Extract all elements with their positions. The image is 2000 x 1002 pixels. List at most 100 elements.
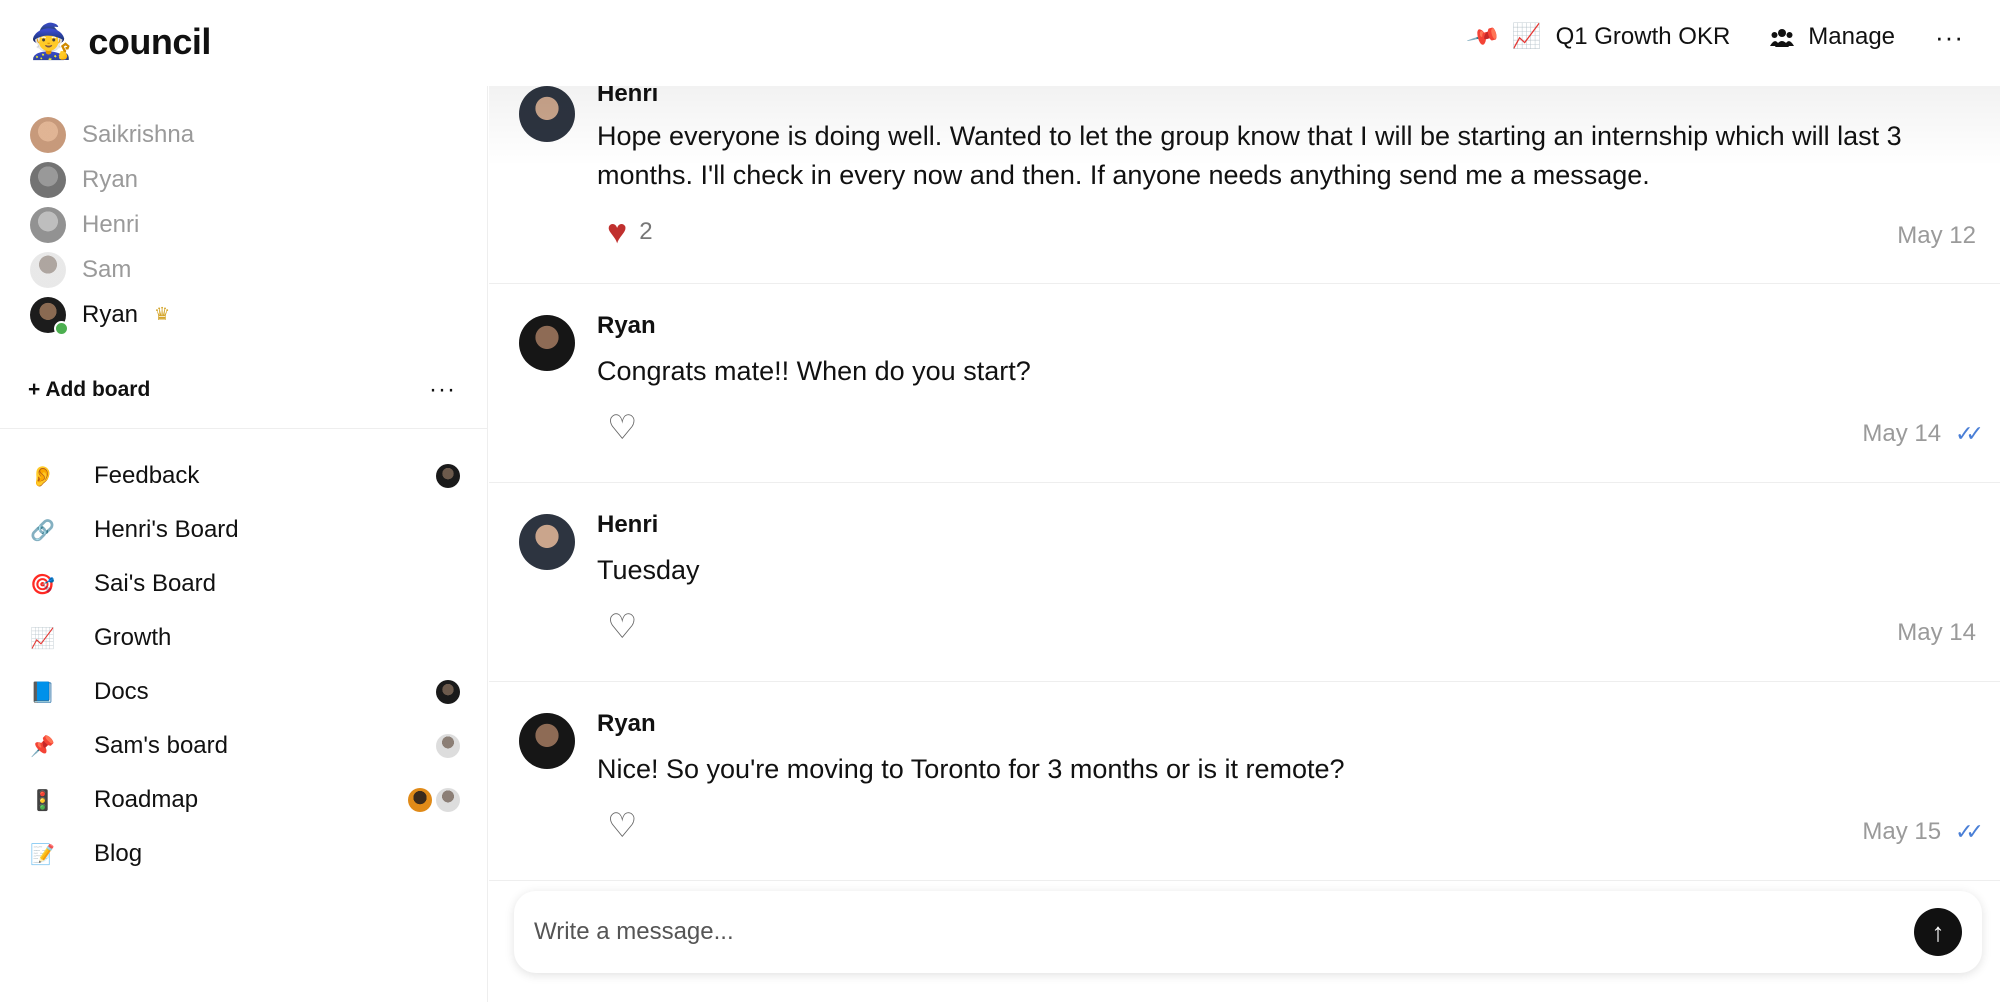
pin-icon[interactable]: 📌 [1466,18,1502,54]
member-name: Saikrishna [82,120,195,148]
board-label: Docs [94,678,149,705]
avatar [30,206,66,243]
member-name: Henri [82,210,140,238]
read-receipt-icon: ✓✓ [1955,421,1984,446]
message-date: May 15 ✓✓ [1862,818,1984,846]
message-date: May 14 [1897,619,1976,647]
like-button[interactable]: ♥ 2 [607,213,653,251]
manage-button[interactable]: Manage [1770,23,1895,51]
crown-icon: ♛ [154,304,171,324]
member-item[interactable]: Sam [30,247,194,292]
member-item-current-user[interactable]: Ryan ♛ [30,292,194,337]
member-name: Ryan [82,300,139,328]
avatar [30,251,66,288]
avatar [436,464,460,488]
target-icon: 🎯 [30,573,55,596]
wizard-logo-icon: 🧙 [30,23,73,61]
message-item: Ryan Nice! So you're moving to Toronto f… [489,682,2000,881]
board-label: Blog [94,840,143,867]
sidebar: Saikrishna Ryan Henri Sam Ryan ♛ + Add b… [0,86,488,1002]
book-icon: 📘 [30,681,55,704]
avatar[interactable] [519,514,575,570]
chart-up-icon: 📈 [30,627,55,650]
member-item[interactable]: Henri [30,202,194,247]
like-button[interactable]: ♡ [607,807,638,845]
people-icon [1770,28,1795,47]
member-item[interactable]: Ryan [30,157,194,202]
member-list: Saikrishna Ryan Henri Sam Ryan ♛ [30,112,194,337]
brand[interactable]: 🧙 council [30,20,211,64]
heart-outline-icon: ♡ [607,807,638,845]
send-button[interactable]: ↑ [1914,908,1962,956]
avatar [436,788,460,812]
sidebar-item-henris-board[interactable]: 🔗 Henri's Board [30,503,460,557]
chart-up-icon: 📈 [1511,23,1542,50]
message-date: May 14 ✓✓ [1862,420,1984,448]
message-author: Ryan [597,710,656,737]
message-text: Hope everyone is doing well. Wanted to l… [597,121,1902,190]
online-status-icon [54,320,69,336]
like-count: 2 [639,218,653,245]
message-list: Henri Hope everyone is doing well. Wante… [489,80,2000,881]
board-list: 👂 Feedback 🔗 Henri's Board 🎯 Sai's Board… [30,449,460,881]
message-text: Tuesday [597,555,700,585]
message-author: Henri [597,511,659,538]
message-timestamp: May 14 [1862,420,1942,447]
sidebar-item-sais-board[interactable]: 🎯 Sai's Board [30,557,460,611]
message-composer: ↑ [514,891,1982,973]
traffic-light-icon: 🚦 [30,789,55,812]
add-board-button[interactable]: + Add board [28,378,150,402]
message-author: Ryan [597,312,656,339]
sidebar-item-blog[interactable]: 📝 Blog [30,827,460,881]
board-label: Sai's Board [94,570,216,597]
sidebar-item-sams-board[interactable]: 📌 Sam's board [30,719,460,773]
board-label: Sam's board [94,732,228,759]
add-board-row: + Add board ··· [28,376,456,404]
board-label: Growth [94,624,172,651]
top-bar: 🧙 council 📌 📈 Q1 Growth OKR Manage ··· [0,0,2000,86]
sidebar-item-docs[interactable]: 📘 Docs [30,665,460,719]
board-label: Henri's Board [94,516,239,543]
message-input[interactable] [534,918,1914,946]
message-text: Congrats mate!! When do you start? [597,356,1031,386]
like-button[interactable]: ♡ [607,610,637,644]
divider [0,428,488,429]
message-date: May 12 [1897,222,1976,250]
top-actions: 📌 📈 Q1 Growth OKR Manage ··· [1466,18,1964,53]
avatar [408,788,432,812]
avatar [436,680,460,704]
message-item: Ryan Congrats mate!! When do you start? … [489,284,2000,483]
sidebar-item-roadmap[interactable]: 🚦 Roadmap [30,773,460,827]
sidebar-item-feedback[interactable]: 👂 Feedback [30,449,460,503]
board-label: Roadmap [94,786,199,813]
ear-icon: 👂 [30,465,55,488]
member-item[interactable]: Saikrishna [30,112,194,157]
more-options-icon[interactable]: ··· [1935,24,1964,50]
heart-outline-icon: ♡ [607,409,638,447]
pushpin-icon: 📌 [30,735,55,758]
message-timestamp: May 15 [1862,818,1942,845]
message-text: Nice! So you're moving to Toronto for 3 … [597,754,1345,784]
message-timestamp: May 14 [1897,619,1976,646]
pinned-board-link[interactable]: 📌 📈 Q1 Growth OKR [1466,18,1731,53]
avatar[interactable] [519,713,575,769]
member-name: Sam [82,255,132,283]
avatar [436,734,460,758]
heart-filled-icon: ♥ [607,213,628,251]
avatar [30,296,69,336]
sidebar-item-growth[interactable]: 📈 Growth [30,611,460,665]
manage-label: Manage [1808,22,1896,50]
message-item: Henri Tuesday ♡ May 14 [489,483,2000,682]
read-receipt-icon: ✓✓ [1955,819,1984,844]
message-thread: Henri Hope everyone is doing well. Wante… [489,80,2000,1002]
pinned-board-label: Q1 Growth OKR [1555,22,1731,50]
message-item: Henri Hope everyone is doing well. Wante… [489,80,2000,284]
member-name: Ryan [82,165,139,193]
avatar[interactable] [519,315,575,371]
avatar [30,116,66,153]
boards-more-icon[interactable]: ··· [429,376,456,404]
avatar[interactable] [519,86,575,142]
message-timestamp: May 12 [1897,222,1976,249]
like-button[interactable]: ♡ [607,409,638,447]
avatar [30,161,66,198]
